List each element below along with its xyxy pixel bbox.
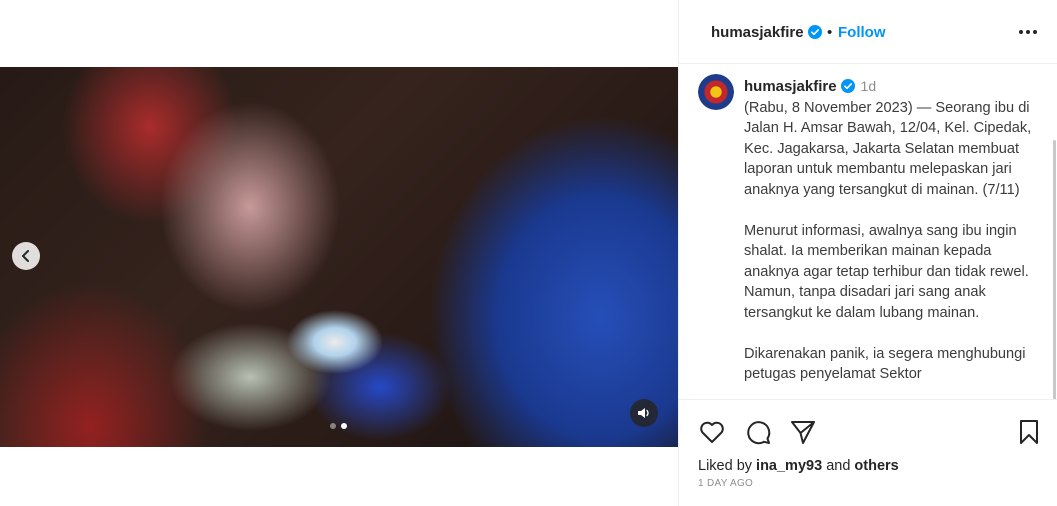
liked-by-and: and: [826, 458, 851, 474]
verified-badge-icon: [807, 25, 822, 39]
chevron-left-icon: [22, 250, 29, 262]
carousel-prev-button[interactable]: [12, 242, 40, 270]
more-options-icon[interactable]: [1017, 22, 1039, 42]
post-video[interactable]: [0, 67, 678, 447]
avatar[interactable]: [698, 74, 734, 110]
comment-bubble-icon[interactable]: [744, 418, 772, 446]
caption-paragraph: (Rabu, 8 November 2023) — Seorang ibu di…: [744, 99, 1032, 198]
liked-by-prefix: Liked by: [698, 458, 753, 474]
verified-badge-icon: [840, 79, 855, 93]
liked-by-text: Liked by ina_my93 and others: [698, 458, 899, 474]
carousel-indicator: [330, 423, 347, 429]
header-separator: •: [827, 24, 833, 41]
share-paper-plane-icon[interactable]: [789, 418, 817, 446]
comments-section[interactable]: humasjakfire 1d (Rabu, 8 November 2023) —…: [679, 64, 1057, 399]
media-pane: [0, 0, 678, 506]
caption-paragraph: Menurut informasi, awalnya sang ibu ingi…: [744, 222, 1029, 321]
caption-time-ago[interactable]: 1d: [861, 78, 877, 94]
caption-paragraph: Dikarenakan panik, ia segera menghubungi…: [744, 345, 1026, 383]
like-heart-icon[interactable]: [698, 418, 726, 446]
audio-toggle-button[interactable]: [630, 399, 658, 427]
liked-by-user[interactable]: ina_my93: [756, 458, 822, 474]
header-username[interactable]: humasjakfire: [711, 24, 822, 41]
save-bookmark-icon[interactable]: [1015, 418, 1043, 446]
carousel-dot: [330, 423, 336, 429]
header-username-text[interactable]: humasjakfire: [711, 24, 804, 41]
carousel-dot-active: [341, 423, 347, 429]
post-header: humasjakfire • Follow: [679, 0, 1057, 64]
speaker-icon: [638, 408, 649, 418]
caption-username[interactable]: humasjakfire: [744, 78, 837, 95]
post-actions: Liked by ina_my93 and others 1 DAY AGO: [679, 399, 1057, 506]
liked-by-others[interactable]: others: [854, 458, 898, 474]
post-sidebar: humasjakfire • Follow humasjakfire 1d (Ra…: [678, 0, 1057, 506]
post-timestamp[interactable]: 1 DAY AGO: [698, 478, 753, 489]
comments-scrollbar[interactable]: [1053, 140, 1056, 399]
post-caption: humasjakfire 1d (Rabu, 8 November 2023) —…: [744, 76, 1044, 385]
follow-button[interactable]: Follow: [838, 24, 886, 41]
